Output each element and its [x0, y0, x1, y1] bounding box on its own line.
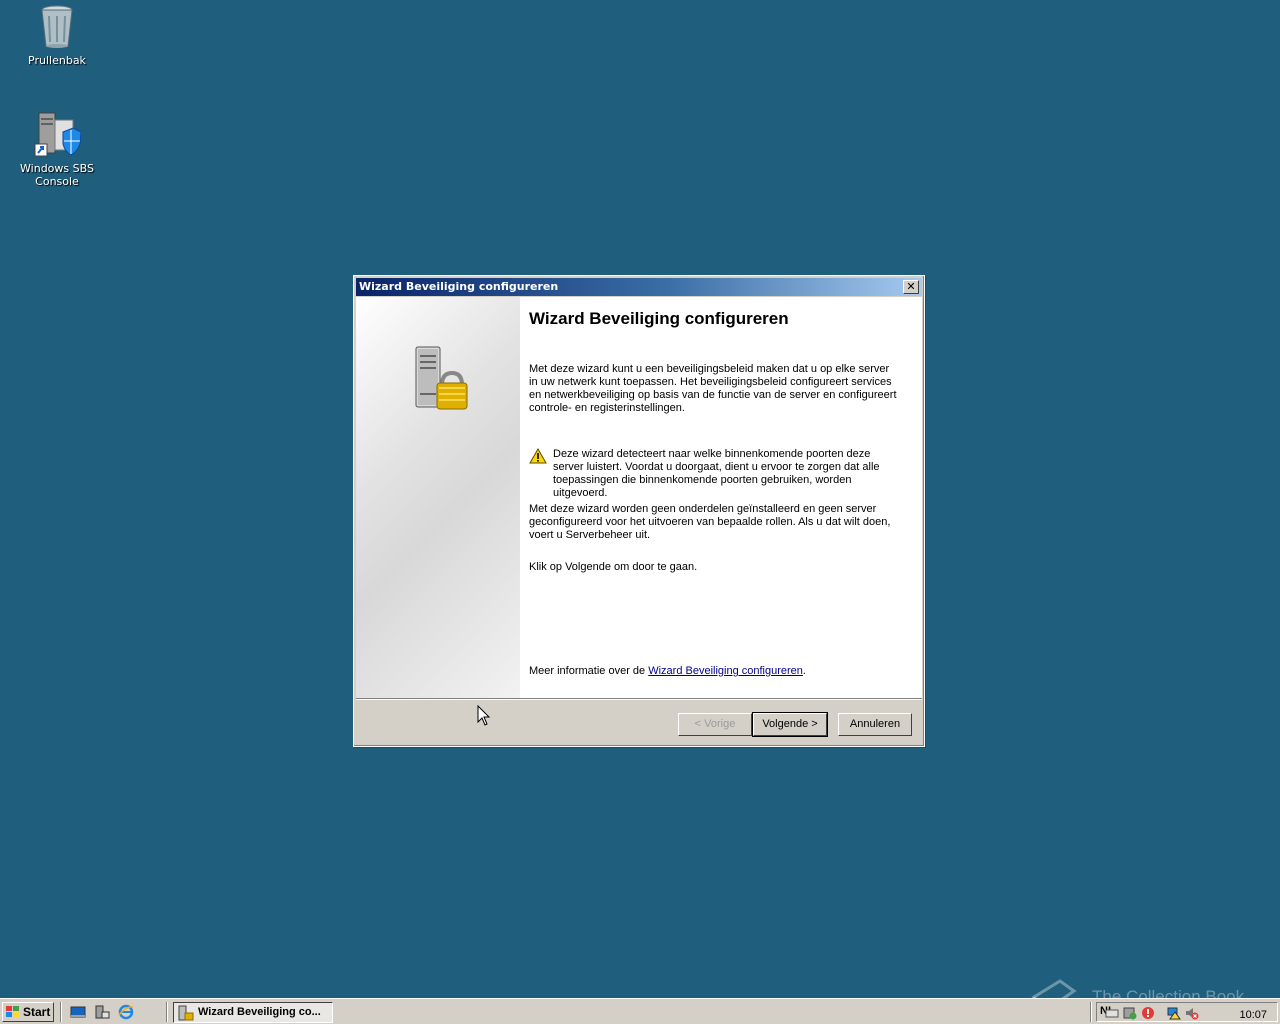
desktop-icon-sbs-console[interactable]: Windows SBS Console [2, 110, 112, 188]
start-button[interactable]: Start [2, 1002, 54, 1022]
taskbar-separator [1090, 1002, 1092, 1022]
show-desktop-icon[interactable] [70, 1004, 86, 1020]
desktop-icon-label: Windows SBS Console [20, 162, 94, 188]
warning-icon [529, 447, 547, 464]
recycle-bin-icon [33, 2, 81, 50]
server-lock-icon [412, 345, 468, 415]
dialog-content: Wizard Beveiliging configureren Met deze… [356, 297, 922, 698]
dialog-titlebar[interactable]: Wizard Beveiliging configureren ✕ [356, 278, 922, 296]
more-info: Meer informatie over de Wizard Beveiligi… [529, 665, 899, 678]
taskbar: Start Wizard Beveiliging co... NL 10:07 [0, 998, 1280, 1024]
desktop-icon-label: Prullenbak [28, 54, 86, 67]
keyboard-icon[interactable] [1105, 1006, 1119, 1020]
close-icon: ✕ [906, 280, 916, 293]
more-info-link[interactable]: Wizard Beveiliging configureren [648, 665, 803, 677]
network-warning-icon[interactable] [1167, 1006, 1181, 1020]
wizard-main: Wizard Beveiliging configureren Met deze… [529, 309, 899, 677]
system-tray: 10:07 [1096, 1002, 1278, 1022]
warning-text: Deze wizard detecteert naar welke binnen… [553, 448, 880, 499]
button-separator [356, 698, 922, 700]
next-button[interactable]: Volgende > [752, 712, 828, 737]
taskbar-separator [166, 1002, 168, 1022]
taskbar-button-wizard[interactable]: Wizard Beveiliging co... [173, 1002, 333, 1023]
more-info-prefix: Meer informatie over de [529, 665, 649, 677]
taskbar-separator [60, 1002, 62, 1022]
server-shield-icon [33, 110, 82, 158]
security-shield-icon[interactable] [1123, 1006, 1137, 1020]
desktop-icon-recycle-bin[interactable]: Prullenbak [2, 2, 112, 67]
more-info-suffix: . [802, 665, 806, 677]
wizard-dialog: Wizard Beveiliging configureren ✕ Wizard… [353, 275, 925, 747]
wizard-heading: Wizard Beveiliging configureren [529, 309, 789, 328]
windows-logo-icon [6, 1006, 19, 1017]
dialog-title: Wizard Beveiliging configureren [359, 280, 559, 293]
cancel-button[interactable]: Annuleren [838, 713, 912, 736]
note-text: Met deze wizard worden geen onderdelen g… [529, 503, 891, 541]
back-button[interactable]: < Vorige [678, 713, 752, 736]
start-label: Start [23, 1005, 51, 1019]
volume-muted-icon[interactable] [1185, 1006, 1199, 1020]
clock[interactable]: 10:07 [1239, 1007, 1267, 1023]
server-lock-icon [178, 1005, 194, 1021]
server-manager-icon[interactable] [94, 1004, 110, 1020]
instruction-text: Klik op Volgende om door te gaan. [529, 561, 698, 573]
intro-text: Met deze wizard kunt u een beveiligingsb… [529, 363, 897, 414]
alert-icon[interactable] [1141, 1006, 1155, 1020]
close-button[interactable]: ✕ [903, 280, 919, 294]
mouse-cursor-icon [477, 704, 491, 727]
taskbar-button-label: Wizard Beveiliging co... [198, 1006, 321, 1018]
internet-explorer-icon[interactable] [118, 1004, 134, 1020]
wizard-side-panel [356, 297, 520, 698]
